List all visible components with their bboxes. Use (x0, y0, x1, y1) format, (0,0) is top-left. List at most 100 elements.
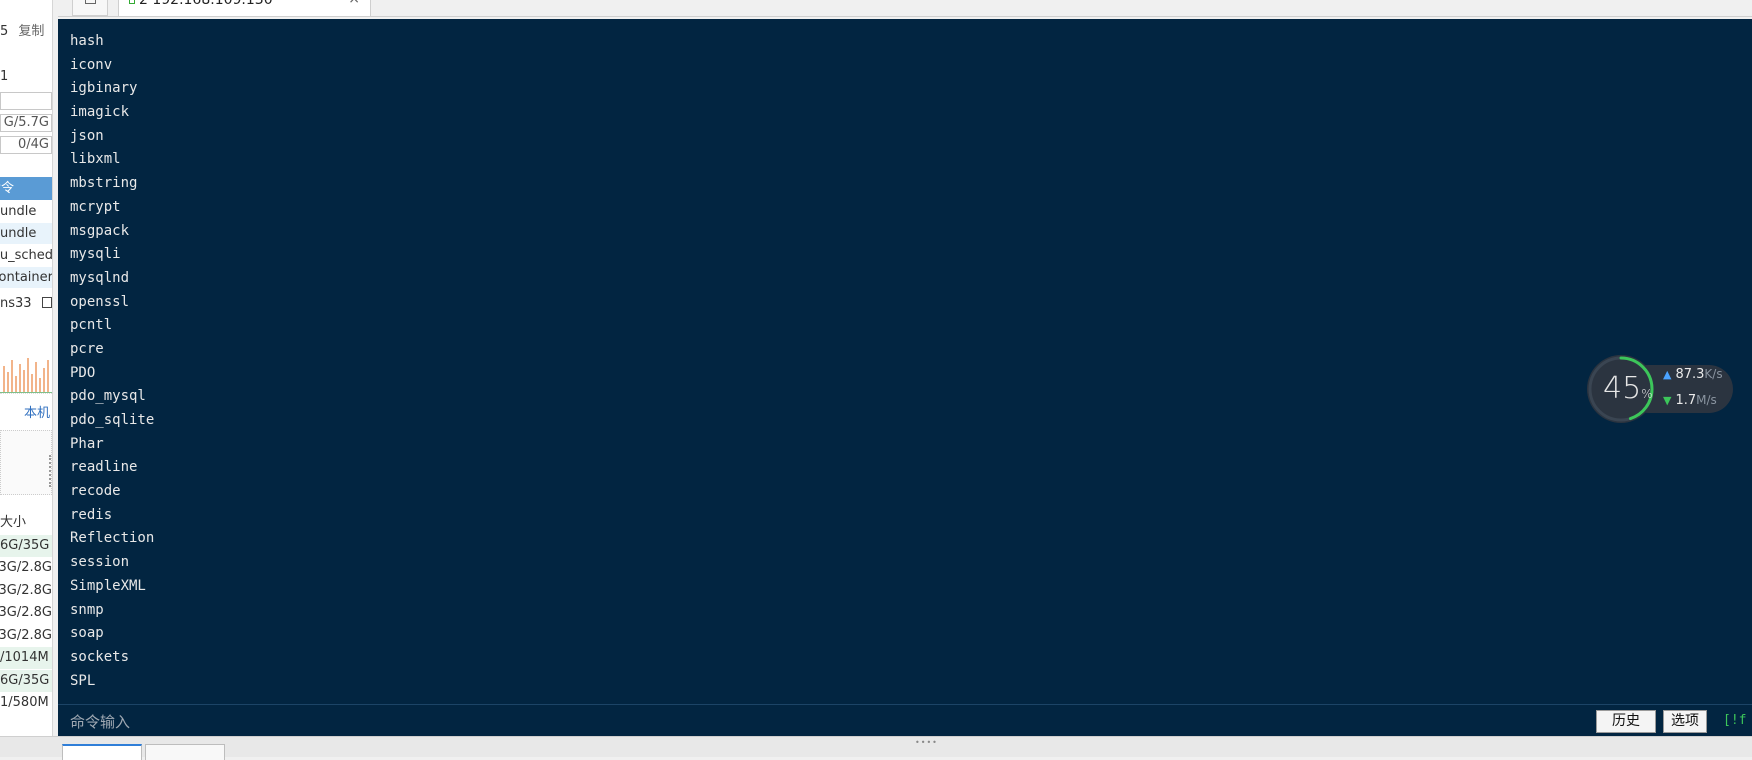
terminal-line: pcntl (70, 317, 113, 334)
disk-row[interactable]: /1014M (0, 647, 52, 669)
disk-row[interactable]: 6G/35G (0, 535, 52, 557)
copy-button[interactable]: 复制 (18, 24, 44, 39)
network-traffic-chart (0, 348, 52, 394)
memory-usage: G/5.7G (0, 114, 52, 132)
terminal-line: imagick (70, 104, 130, 121)
process-row[interactable]: undle (0, 223, 52, 245)
session-tab-label: 2 192.168.109.130 (139, 0, 273, 8)
disk-size: 3G/2.8G (0, 583, 52, 598)
command-input-bar: 历史 选项 [!f (58, 704, 1752, 736)
sidebar-partial-digit: 5 (0, 24, 9, 39)
terminal-lines: hash iconv igbinary imagick json libxml mbstri… (70, 30, 154, 693)
sidebar-top-row: 5 复制 (0, 24, 44, 40)
cpu-percent: 45% (1603, 371, 1653, 412)
upload-arrow-icon: ▲ (1663, 368, 1672, 381)
swap-usage: 0/4G (0, 136, 52, 154)
terminal-line: SPL (70, 672, 96, 689)
terminal-line: session (70, 554, 130, 571)
terminal-line: PDO (70, 364, 96, 381)
session-tab-bar: 2 192.168.109.130 × (58, 0, 1752, 17)
terminal-output[interactable]: hash iconv igbinary imagick json libxml mbstri… (58, 19, 1752, 712)
connection-status-icon (129, 0, 135, 4)
terminal-line: libxml (70, 151, 121, 168)
bottom-tab-strip: •••• (0, 736, 1752, 760)
terminal-line: redis (70, 506, 113, 523)
terminal-line: Reflection (70, 530, 155, 547)
process-table-header: 命令 (0, 177, 52, 200)
options-button[interactable]: 选项 (1663, 710, 1707, 733)
terminal-line: msgpack (70, 222, 130, 239)
dropdown-icon[interactable] (41, 297, 52, 308)
terminal-line: snmp (70, 601, 104, 618)
sidebar-resize-grip[interactable] (49, 455, 52, 487)
disk-size: 3G/2.8G (0, 628, 52, 643)
sidebar-field-blank (0, 92, 52, 110)
cpu-value: 45 (1603, 371, 1642, 406)
bottom-tab-1[interactable] (62, 744, 142, 760)
process-name: undle (0, 204, 37, 219)
terminal-line: iconv (70, 56, 113, 73)
new-tab-button[interactable] (72, 0, 108, 16)
terminal-line: pdo_mysql (70, 388, 146, 405)
bottom-tab-2[interactable] (145, 744, 225, 760)
process-row[interactable]: u_sched (0, 245, 53, 267)
terminal-line: readline (70, 459, 138, 476)
disk-size: /1014M (0, 650, 49, 665)
process-row[interactable]: undle (0, 201, 52, 223)
terminal-line: mcrypt (70, 198, 121, 215)
terminal-line: mbstring (70, 175, 138, 192)
terminal-line: hash (70, 33, 104, 49)
upload-value: 87.3 (1675, 367, 1705, 382)
disk-row[interactable]: 3G/2.8G (0, 557, 52, 579)
terminal-line: pcre (70, 340, 104, 357)
terminal-line: openssl (70, 293, 130, 310)
process-name: undle (0, 226, 37, 241)
download-speed: ▼ 1.7M/s (1663, 393, 1717, 408)
network-interface-row[interactable]: ns33 (0, 296, 52, 312)
terminal-line: mysqlnd (70, 269, 130, 286)
disk-header-label: 大小 (0, 515, 27, 530)
download-arrow-icon: ▼ (1663, 394, 1672, 407)
disk-row[interactable]: 6G/35G (0, 670, 52, 692)
network-interface-label: ns33 (0, 296, 32, 311)
disk-table-header: 大小 (0, 512, 52, 534)
terminal-line: sockets (70, 648, 130, 665)
disk-row[interactable]: 3G/2.8G (0, 625, 52, 647)
disk-row[interactable]: 1/580M (0, 692, 52, 714)
terminal-line: igbinary (70, 80, 138, 97)
terminal-line: mysqli (70, 246, 121, 263)
terminal-status-glyph: [!f (1723, 713, 1747, 728)
disk-size: 6G/35G (0, 538, 50, 553)
process-name: u_sched (0, 248, 53, 263)
close-icon[interactable]: × (348, 0, 360, 6)
disk-size: 6G/35G (0, 673, 50, 688)
download-unit: M/s (1696, 393, 1717, 407)
terminal-line: recode (70, 483, 121, 500)
terminal-line: pdo_sqlite (70, 412, 155, 428)
process-header-label: 命令 (0, 181, 15, 196)
terminal-line: soap (70, 625, 104, 642)
history-button[interactable]: 历史 (1596, 710, 1656, 733)
terminal-line: SimpleXML (70, 577, 146, 594)
disk-row[interactable]: 3G/2.8G (0, 580, 52, 602)
session-tab-active[interactable]: 2 192.168.109.130 × (118, 0, 371, 17)
terminal-line: Phar (70, 435, 104, 452)
network-speed-widget[interactable]: 45% ▲ 87.3K/s ▼ 1.7M/s (1585, 353, 1733, 425)
command-input[interactable] (68, 711, 1568, 733)
process-row[interactable]: ontainer (0, 267, 53, 289)
download-value: 1.7 (1675, 393, 1697, 408)
disk-size: 3G/2.8G (0, 560, 52, 575)
terminal-line: json (70, 127, 104, 144)
left-sidebar: 5 复制 1 G/5.7G 0/4G 命令 undle undle u_sche… (0, 0, 53, 757)
upload-speed: ▲ 87.3K/s (1663, 367, 1723, 382)
sidebar-partial-digit-2: 1 (0, 69, 9, 84)
window-icon (85, 0, 96, 4)
disk-row[interactable]: 3G/2.8G (0, 602, 52, 624)
percent-sign: % (1641, 387, 1653, 401)
sidebar-empty-box (0, 430, 52, 495)
disk-size: 3G/2.8G (0, 605, 52, 620)
local-host-link[interactable]: 本机 (24, 406, 50, 422)
panel-resize-grip[interactable]: •••• (915, 738, 938, 747)
process-name: ontainer (0, 270, 53, 285)
disk-size: 1/580M (0, 695, 49, 710)
